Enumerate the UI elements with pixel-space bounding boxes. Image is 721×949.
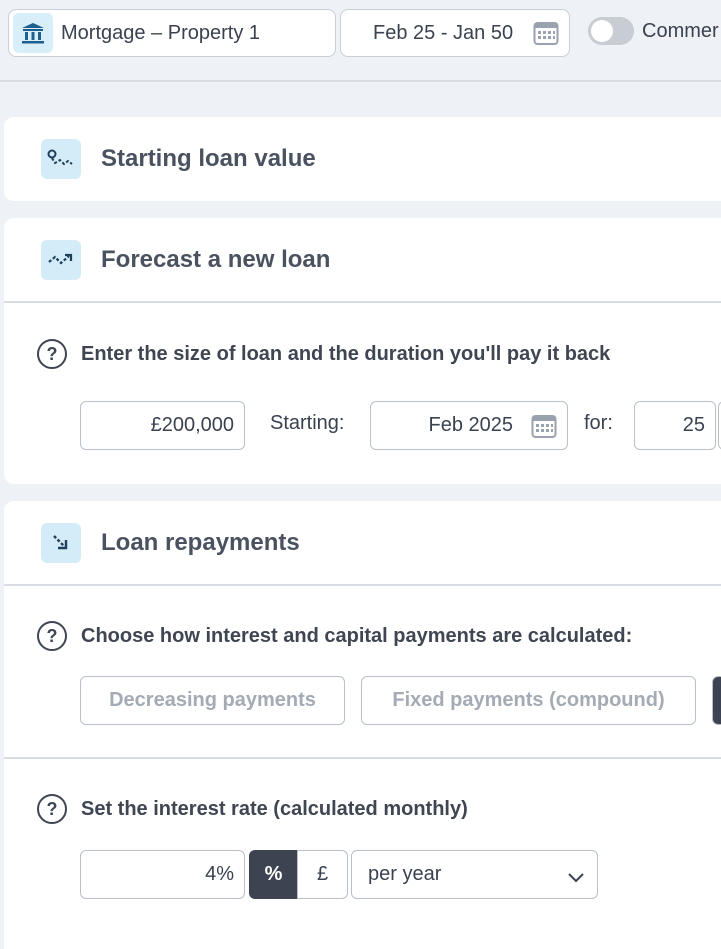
forecast-question: ? Enter the size of loan and the duratio… bbox=[37, 339, 610, 369]
starting-loan-card: Starting loan value bbox=[4, 117, 721, 201]
interest-rate-input[interactable]: 4% bbox=[80, 850, 245, 899]
percent-unit-label: % bbox=[264, 863, 283, 885]
interest-rate-question-text: Set the interest rate (calculated monthl… bbox=[81, 797, 468, 820]
trend-up-icon bbox=[41, 239, 81, 280]
pound-unit-button[interactable]: £ bbox=[297, 850, 348, 899]
loan-amount-value: £200,000 bbox=[150, 414, 234, 436]
starting-loan-title: Starting loan value bbox=[101, 145, 316, 172]
chevron-down-icon bbox=[567, 867, 585, 890]
rate-period-value: per year bbox=[368, 863, 442, 885]
decreasing-payments-label: Decreasing payments bbox=[109, 689, 316, 711]
toggle-label: Commer bbox=[642, 19, 719, 42]
bank-icon bbox=[13, 13, 53, 53]
pound-unit-label: £ bbox=[316, 863, 329, 885]
calc-method-question: ? Choose how interest and capital paymen… bbox=[37, 621, 632, 651]
percent-unit-button[interactable]: % bbox=[249, 850, 298, 899]
loan-amount-input[interactable]: £200,000 bbox=[80, 401, 245, 450]
interest-rate-value: 4% bbox=[205, 863, 234, 885]
help-icon[interactable]: ? bbox=[37, 794, 67, 824]
start-date-value: Feb 2025 bbox=[428, 414, 513, 436]
help-icon[interactable]: ? bbox=[37, 621, 67, 651]
years-input[interactable]: 25 bbox=[634, 401, 716, 450]
years-value: 25 bbox=[682, 414, 705, 436]
divider bbox=[4, 757, 721, 759]
arrow-down-right-icon bbox=[41, 522, 81, 563]
forecast-loan-card: Forecast a new loan ? Enter the size of … bbox=[4, 218, 721, 484]
decreasing-payments-button[interactable]: Decreasing payments bbox=[80, 676, 345, 725]
forecast-loan-title: Forecast a new loan bbox=[101, 245, 331, 273]
commercial-toggle[interactable]: Commer bbox=[588, 17, 719, 45]
chart-path-icon bbox=[41, 139, 81, 179]
interest-rate-question: ? Set the interest rate (calculated mont… bbox=[37, 794, 468, 824]
starting-label: Starting: bbox=[270, 412, 345, 434]
divider bbox=[4, 301, 721, 303]
selected-payment-option-button[interactable] bbox=[712, 676, 721, 725]
account-selector[interactable]: Mortgage – Property 1 bbox=[8, 9, 336, 57]
for-label: for: bbox=[584, 412, 613, 434]
divider bbox=[4, 584, 721, 586]
forecast-loan-header[interactable]: Forecast a new loan bbox=[4, 218, 721, 301]
toggle-switch[interactable] bbox=[588, 17, 634, 45]
calc-method-question-text: Choose how interest and capital payments… bbox=[81, 624, 633, 647]
loan-repayments-header[interactable]: Loan repayments bbox=[4, 501, 721, 584]
loan-repayments-title: Loan repayments bbox=[101, 528, 300, 556]
calendar-icon[interactable] bbox=[533, 20, 559, 46]
calendar-icon[interactable] bbox=[531, 413, 557, 439]
rate-period-select[interactable]: per year bbox=[351, 850, 598, 899]
help-icon[interactable]: ? bbox=[37, 339, 67, 369]
fixed-payments-label: Fixed payments (compound) bbox=[392, 689, 665, 711]
start-date-input[interactable]: Feb 2025 bbox=[370, 401, 568, 450]
fixed-payments-button[interactable]: Fixed payments (compound) bbox=[361, 676, 696, 725]
loan-repayments-card: Loan repayments ? Choose how interest an… bbox=[4, 501, 721, 949]
date-range-picker[interactable]: Feb 25 - Jan 50 bbox=[340, 9, 570, 57]
account-name: Mortgage – Property 1 bbox=[61, 21, 260, 44]
forecast-question-text: Enter the size of loan and the duration … bbox=[81, 342, 611, 365]
starting-loan-header[interactable]: Starting loan value bbox=[4, 117, 721, 201]
top-bar: Mortgage – Property 1 Feb 25 - Jan 50 Co… bbox=[0, 0, 721, 82]
date-range-value: Feb 25 - Jan 50 bbox=[373, 21, 514, 44]
